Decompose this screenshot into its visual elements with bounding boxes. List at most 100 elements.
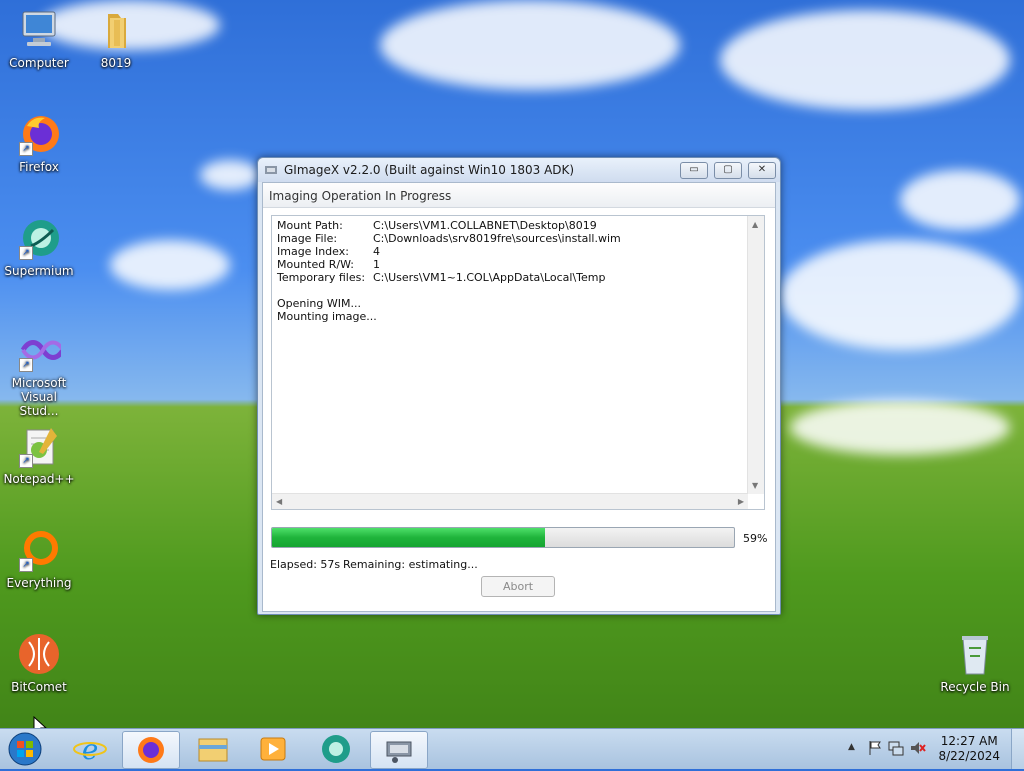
network-icon[interactable] [888,740,904,759]
desktop-icon-supermium[interactable]: ↗ Supermium [1,216,77,278]
log-field-value: 4 [373,245,380,258]
log-field-row: Temporary files: C:\Users\VM1~1.COL\AppDa… [277,271,606,284]
scroll-left-arrow-icon[interactable]: ◀ [276,497,282,506]
firefox-icon [138,737,164,763]
progress-bar [271,527,735,548]
desktop-icon-label: Everything [6,576,72,590]
desktop-icon-folder-8019[interactable]: 8019 [78,8,154,70]
cloud [380,0,680,90]
group-title: Imaging Operation In Progress [269,189,452,203]
scroll-right-arrow-icon[interactable]: ▶ [738,497,744,506]
show-desktop-button[interactable] [1011,729,1024,769]
shortcut-arrow-icon: ↗ [19,142,33,156]
desktop-icon-bitcomet[interactable]: BitComet [1,632,77,694]
log-field-row: Image Index: 4 [277,245,380,258]
recycle-bin-icon [953,632,997,676]
desktop-icon-notepad-plus-plus[interactable]: ↗ Notepad++ [1,424,77,486]
minimize-button[interactable]: ▭ [680,162,708,179]
taskbar-item-file-explorer[interactable] [185,731,241,767]
remaining-time: Remaining: estimating... [343,558,478,571]
system-tray: ▲ 12:27 AM 8/22/2024 [834,729,1024,769]
cloud [790,400,1010,455]
desktop-icon-recycle-bin[interactable]: Recycle Bin [937,632,1013,694]
close-button[interactable]: ✕ [748,162,776,179]
cloud [200,160,260,190]
gimagex-icon [386,741,412,763]
cloud [110,240,230,290]
volume-muted-icon[interactable] [910,740,926,759]
desktop-icon-label: 8019 [100,56,132,70]
window-titlebar[interactable]: GImageX v2.2.0 (Built against Win10 1803… [258,158,780,182]
everything-icon: ↗ [17,528,61,572]
visual-studio-icon: ↗ [17,328,66,372]
scroll-down-arrow-icon[interactable]: ▼ [752,481,758,490]
firefox-icon: ↗ [17,112,61,156]
log-field-key: Image File: [277,232,338,245]
log-field-key: Image Index: [277,245,349,258]
log-field-row: Mounted R/W: 1 [277,258,380,271]
scroll-up-arrow-icon[interactable]: ▲ [752,220,758,229]
computer-icon [17,8,61,52]
abort-button[interactable]: Abort [481,576,555,597]
taskbar-clock[interactable]: 12:27 AM 8/22/2024 [938,734,1000,764]
clock-time: 12:27 AM [940,734,998,748]
desktop-icon-label: Firefox [19,160,59,174]
maximize-button[interactable]: ▢ [714,162,742,179]
shortcut-arrow-icon: ↗ [19,246,33,260]
elapsed-time: Elapsed: 57s [270,558,341,571]
log-field-value: C:\Downloads\srv8019fre\sources\install.… [373,232,621,245]
log-field-value: C:\Users\VM1.COLLABNET\Desktop\8019 [373,219,597,232]
cloud [900,170,1020,230]
desktop-icon-label: Microsoft [11,376,67,390]
gimagex-app-icon [264,163,278,177]
desktop-icon-label: Computer [9,56,69,70]
desktop-icon-label: BitComet [11,680,67,694]
cloud [780,240,1020,350]
shortcut-arrow-icon: ↗ [19,558,33,572]
log-field-value: C:\Users\VM1~1.COL\AppData\Local\Temp [373,271,606,284]
desktop-icon-label: Recycle Bin [940,680,1010,694]
log-field-key: Mounted R/W: [277,258,355,271]
window-title: GImageX v2.2.0 (Built against Win10 1803… [284,163,575,177]
desktop-icon-computer[interactable]: Computer [1,8,77,70]
taskbar-item-internet-explorer[interactable]: e [62,731,118,767]
clock-date: 8/22/2024 [938,749,1000,763]
taskbar: e ▲ 12:27 AM 8/22/2024 [0,728,1024,769]
supermium-icon [322,735,350,763]
log-field-row: Image File: C:\Downloads\srv8019fre\sourc… [277,232,621,245]
action-center-flag-icon[interactable] [868,740,882,759]
horizontal-scrollbar[interactable]: ◀ ▶ [272,493,748,509]
show-hidden-icons-chevron-icon[interactable]: ▲ [848,742,855,752]
start-button[interactable] [6,731,44,767]
desktop-icon-visual-studio[interactable]: ↗ Microsoft Visual Stud... [1,328,77,418]
notepad-plus-plus-icon: ↗ [17,424,61,468]
svg-text:e: e [82,733,99,766]
progress-bar-fill [272,528,545,547]
log-textbox[interactable]: Mount Path: C:\Users\VM1.COLLABNET\Deskto… [271,215,765,510]
desktop-icon-label: Notepad++ [3,472,75,486]
log-line: Mounting image... [277,310,377,323]
group-header: Imaging Operation In Progress [263,183,775,208]
log-field-key: Temporary files: [277,271,366,284]
internet-explorer-icon: e [73,733,107,766]
desktop-icon-label: Visual Stud... [19,390,59,418]
desktop-icon-label: Supermium [4,264,74,278]
supermium-icon: ↗ [17,216,61,260]
taskbar-item-media-player[interactable] [245,731,301,767]
folder-icon [198,738,228,762]
desktop-icon-firefox[interactable]: ↗ Firefox [1,112,77,174]
log-field-row: Mount Path: C:\Users\VM1.COLLABNET\Deskto… [277,219,597,232]
cloud [720,10,1010,110]
shortcut-arrow-icon: ↗ [19,454,33,468]
log-line: Opening WIM... [277,297,361,310]
vertical-scrollbar[interactable]: ▲ ▼ [747,216,764,494]
desktop-icon-everything[interactable]: ↗ Everything [1,528,77,590]
taskbar-item-supermium[interactable] [308,731,364,767]
bitcomet-icon [17,632,61,676]
taskbar-item-gimagex[interactable] [370,731,428,769]
folder-icon [94,8,138,52]
log-field-key: Mount Path: [277,219,343,232]
gimagex-window: GImageX v2.2.0 (Built against Win10 1803… [257,157,781,615]
taskbar-item-firefox[interactable] [122,731,180,769]
window-client-area: Imaging Operation In Progress Mount Path… [262,182,776,612]
